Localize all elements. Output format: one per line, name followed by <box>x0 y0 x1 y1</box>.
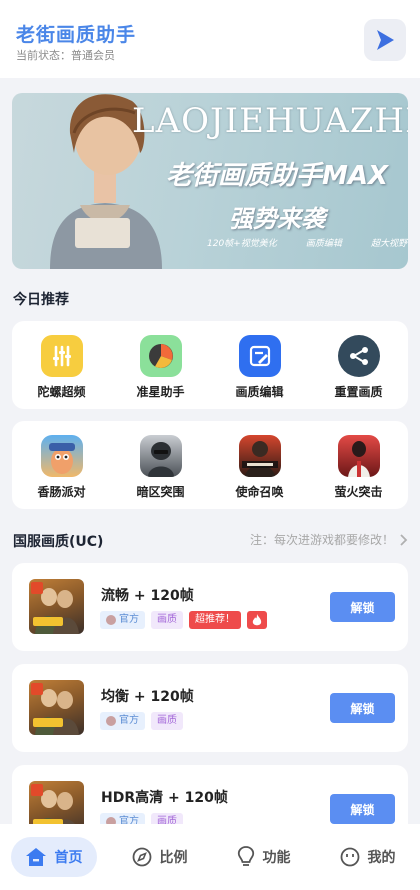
call-of-duty-icon <box>238 435 281 477</box>
tool-quality-edit[interactable]: 画质编辑 <box>220 335 300 400</box>
pubg-thumbnail <box>29 680 84 735</box>
preset-name: 流畅 + 120帧 <box>101 588 194 604</box>
tool-label: 准星助手 <box>136 385 185 399</box>
official-tag: 官方 <box>100 611 145 629</box>
game-label: 使命召唤 <box>235 485 284 499</box>
quality-tag: 画质 <box>151 712 183 730</box>
play-button[interactable] <box>364 19 406 61</box>
banner-subtitle: 强势来袭 <box>229 205 325 233</box>
app-title: 老街画质助手 <box>16 24 137 46</box>
tools-card: 陀螺超频 准星助手 画质编辑 重置画质 <box>12 321 408 409</box>
game-label: 萤火突击 <box>334 485 383 499</box>
banner-tags: 120帧+视觉美化 画质编辑 超大视野 <box>207 236 407 249</box>
game-arena-breakout[interactable]: 暗区突围 <box>121 435 201 500</box>
game-firefly-assault[interactable]: 萤火突击 <box>319 435 399 500</box>
avatar-dot-icon <box>106 615 116 625</box>
membership-status: 当前状态：普通会员 <box>16 49 115 62</box>
game-sausage-party[interactable]: 香肠派对 <box>22 435 102 500</box>
banner-title: 老街画质助手MAX <box>165 161 389 191</box>
preset-name: 均衡 + 120帧 <box>101 689 194 705</box>
tab-features[interactable]: 功能 <box>223 837 305 877</box>
preset-tags: 官方 画质 <box>100 712 183 730</box>
uc-note-text: 注：每次进游戏都要修改！ <box>249 533 394 547</box>
tool-label: 重置画质 <box>334 385 383 399</box>
compass-icon <box>132 847 151 867</box>
official-tag: 官方 <box>100 712 145 730</box>
chevron-right-icon <box>400 533 408 546</box>
games-card: 香肠派对 暗区突围 使命召唤 萤火突击 <box>12 421 408 509</box>
app-header: 老街画质助手 当前状态：普通会员 <box>0 0 420 78</box>
smile-icon <box>340 847 359 867</box>
banner-tag: 超大视野 <box>370 239 407 249</box>
pubg-thumbnail <box>29 579 84 634</box>
preset-name: HDR高清 + 120帧 <box>101 790 228 806</box>
tab-profile[interactable]: 我的 <box>326 837 410 877</box>
promo-banner[interactable]: LAOJIEHUAZHI 老街画质助手MAX 强势来袭 120帧+视觉美化 画质… <box>12 93 408 269</box>
tab-label: 比例 <box>159 850 188 866</box>
unlock-button[interactable]: 解锁 <box>330 794 395 824</box>
pie-chart-icon <box>139 335 182 377</box>
lightbulb-icon <box>237 846 254 866</box>
game-label: 香肠派对 <box>37 485 86 499</box>
sliders-icon <box>40 335 83 377</box>
tab-label: 我的 <box>367 850 396 866</box>
edit-icon <box>238 335 281 377</box>
bottom-tab-bar: 首页 比例 功能 我的 <box>0 824 420 890</box>
unlock-button[interactable]: 解锁 <box>330 592 395 622</box>
tool-gyro-overclock[interactable]: 陀螺超频 <box>22 335 102 400</box>
official-tag-label: 官方 <box>119 614 139 625</box>
sausage-party-icon <box>40 435 83 477</box>
firefly-assault-icon <box>337 435 380 477</box>
tab-ratio[interactable]: 比例 <box>118 837 202 877</box>
game-label: 暗区突围 <box>136 485 185 499</box>
uc-section-note[interactable]: 注：每次进游戏都要修改！ <box>250 531 408 548</box>
recommend-tag: 超推荐！ <box>189 611 241 629</box>
preset-tags: 官方 画质 超推荐！ <box>100 611 267 629</box>
share-icon <box>337 335 380 377</box>
unlock-button[interactable]: 解锁 <box>330 693 395 723</box>
arena-breakout-icon <box>139 435 182 477</box>
tab-home[interactable]: 首页 <box>10 837 97 877</box>
banner-tag: 画质编辑 <box>305 239 342 249</box>
home-icon <box>25 848 46 866</box>
banner-english-title: LAOJIEHUAZHI <box>132 101 408 141</box>
tab-label: 功能 <box>262 850 291 866</box>
quality-tag: 画质 <box>151 611 183 629</box>
tool-crosshair-helper[interactable]: 准星助手 <box>121 335 201 400</box>
tool-reset-quality[interactable]: 重置画质 <box>319 335 399 400</box>
official-tag-label: 官方 <box>119 715 139 726</box>
uc-preset-card: 流畅 + 120帧 官方 画质 超推荐！ 解锁 <box>12 563 408 651</box>
today-section-title: 今日推荐 <box>13 292 69 308</box>
tab-label: 首页 <box>54 850 83 866</box>
tool-label: 画质编辑 <box>235 385 284 399</box>
play-icon <box>377 30 394 50</box>
tool-label: 陀螺超频 <box>37 385 86 399</box>
uc-preset-card: 均衡 + 120帧 官方 画质 解锁 <box>12 664 408 752</box>
avatar-dot-icon <box>106 716 116 726</box>
banner-tag: 120帧+视觉美化 <box>207 239 277 249</box>
uc-section-title: 国服画质(UC) <box>13 534 104 550</box>
fire-icon <box>247 611 267 629</box>
game-call-of-duty[interactable]: 使命召唤 <box>220 435 300 500</box>
